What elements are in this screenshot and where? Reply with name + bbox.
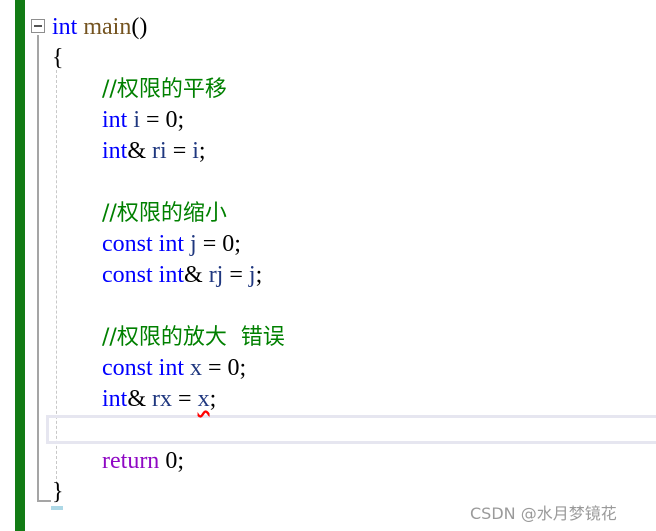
code-line[interactable]: //权限的放大 错误: [102, 322, 285, 353]
code-comment: //权限的平移: [102, 77, 227, 102]
fold-region-end: [37, 500, 51, 502]
code-token: =: [223, 262, 249, 288]
code-token: return: [102, 448, 160, 474]
code-token: {: [52, 45, 64, 71]
code-token: &: [127, 138, 153, 164]
code-token: = 0;: [202, 355, 247, 381]
code-line[interactable]: int& ri = i;: [102, 136, 206, 167]
watermark: CSDN @水月梦镜花: [470, 504, 617, 523]
code-token: = 0;: [196, 231, 241, 257]
error-token: x: [197, 386, 210, 412]
code-token: j: [190, 231, 197, 257]
code-token: int: [158, 231, 185, 257]
code-line[interactable]: const int j = 0;: [102, 229, 241, 260]
code-line[interactable]: int main(): [52, 12, 147, 43]
code-token: const: [102, 262, 153, 288]
code-token: int: [102, 138, 128, 164]
code-comment: //权限的放大 错误: [102, 325, 285, 350]
code-line[interactable]: {: [52, 43, 64, 74]
code-line[interactable]: }: [52, 477, 64, 508]
code-token: main: [83, 14, 132, 40]
code-comment: //权限的缩小: [102, 201, 227, 226]
code-token: (): [131, 14, 148, 40]
code-token: i: [192, 138, 199, 164]
code-line[interactable]: const int& rj = j;: [102, 260, 262, 291]
code-token: i: [133, 107, 141, 133]
code-line[interactable]: return 0;: [102, 446, 184, 477]
code-line[interactable]: int& rx = x;: [102, 384, 216, 415]
code-token: =: [172, 386, 198, 412]
code-token: x: [190, 355, 203, 381]
code-token: &: [127, 386, 153, 412]
code-line[interactable]: //权限的平移: [102, 74, 227, 105]
code-token: rx: [152, 386, 173, 412]
code-token: int: [52, 14, 78, 40]
code-line[interactable]: //权限的缩小: [102, 198, 227, 229]
change-indicator-bar: [15, 0, 25, 531]
code-token: ri: [152, 138, 167, 164]
code-token: ;: [209, 386, 217, 412]
code-token: rj: [208, 262, 224, 288]
code-token: }: [52, 479, 64, 505]
code-token: int: [158, 355, 185, 381]
code-token: =: [166, 138, 193, 164]
code-token: = 0;: [140, 107, 185, 133]
code-token: const: [102, 355, 153, 381]
code-token: int: [158, 262, 185, 288]
code-token: int: [102, 107, 128, 133]
code-line[interactable]: int i = 0;: [102, 105, 184, 136]
code-line[interactable]: const int x = 0;: [102, 353, 246, 384]
code-token: j: [248, 262, 256, 288]
code-token: ;: [198, 138, 206, 164]
code-token: const: [102, 231, 153, 257]
current-line-highlight[interactable]: [46, 415, 656, 444]
fold-region-line: [37, 35, 39, 502]
code-token: &: [184, 262, 209, 288]
code-token: ;: [255, 262, 263, 288]
code-token: 0;: [159, 448, 184, 474]
code-token: int: [102, 386, 128, 412]
collapse-icon[interactable]: [31, 19, 45, 33]
